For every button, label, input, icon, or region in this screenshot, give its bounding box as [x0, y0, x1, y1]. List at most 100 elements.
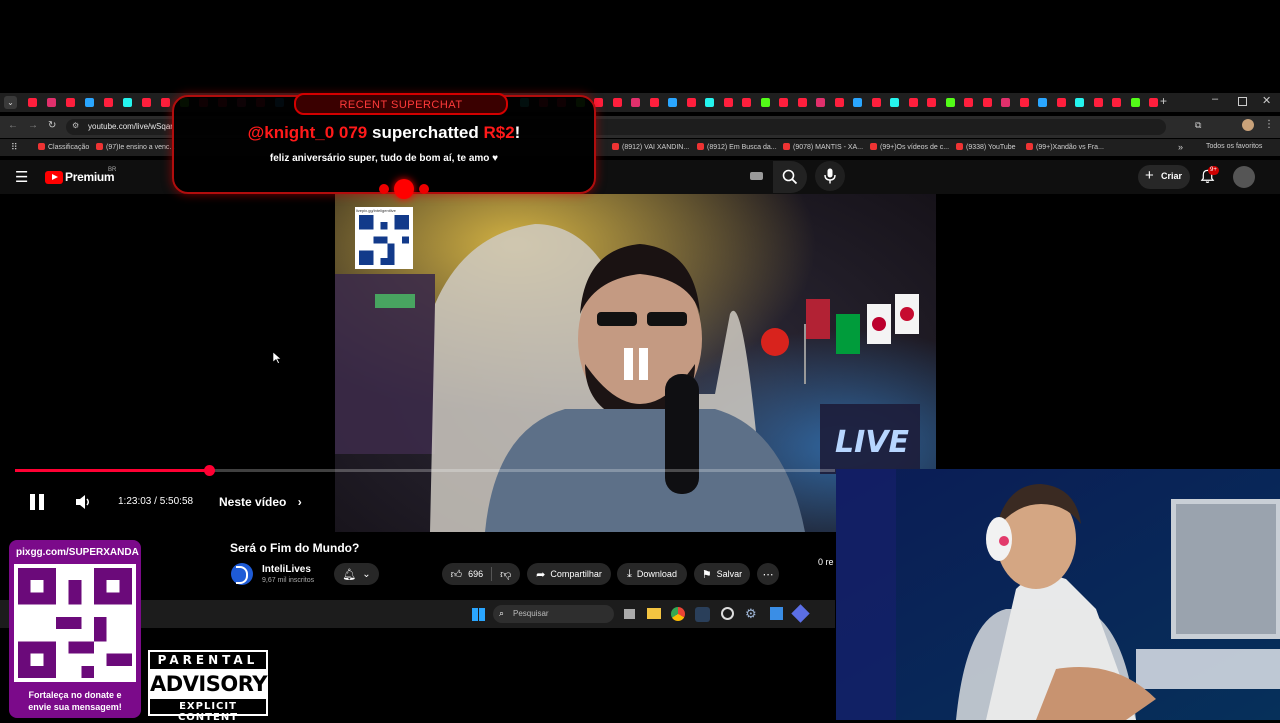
bookmark-item[interactable]: (97)Ie ensino a venc... [96, 143, 175, 151]
tab-favicon-icon[interactable] [1056, 98, 1066, 107]
superchat-message: feliz aniversário super, tudo de bom aí,… [269, 153, 499, 164]
maximize-button[interactable] [1238, 97, 1247, 106]
tab-favicon-icon[interactable] [853, 98, 862, 107]
play-pause-button[interactable] [30, 494, 44, 515]
tab-favicon-icon[interactable] [85, 98, 94, 107]
task-view-icon[interactable] [624, 609, 635, 619]
save-label: Salvar [716, 569, 743, 579]
volume-button[interactable] [76, 495, 92, 514]
reload-icon[interactable]: ↻ [48, 120, 56, 131]
tab-favicon-icon[interactable] [104, 98, 113, 107]
apps-icon[interactable]: ⠿ [11, 142, 18, 153]
hamburger-menu-icon[interactable]: ☰ [15, 168, 28, 186]
tab-favicon-icon[interactable] [797, 98, 807, 107]
bookmark-item[interactable]: (8912) Em Busca da... [697, 143, 777, 151]
superchat-banner: RECENT SUPERCHAT [294, 93, 508, 115]
scrubber-handle[interactable] [203, 465, 215, 476]
tab-favicon-icon[interactable] [1038, 98, 1047, 107]
tab-favicon-icon[interactable] [964, 98, 973, 107]
tab-favicon-icon[interactable] [66, 98, 75, 107]
windows-start-icon[interactable] [472, 608, 485, 621]
bookmark-item[interactable]: (9078) MANTIS - XA... [783, 143, 863, 151]
tab-favicon-icon[interactable] [760, 98, 770, 107]
bookmark-item[interactable]: (99+)Xandão vs Fra... [1026, 143, 1104, 151]
tab-favicon-icon[interactable] [908, 98, 918, 107]
notifications-button[interactable]: 9+ [1198, 166, 1220, 188]
tab-favicon-icon[interactable] [631, 98, 640, 107]
tab-favicon-icon[interactable] [1130, 98, 1140, 107]
minimize-button[interactable]: – [1212, 93, 1218, 105]
browser-menu-icon[interactable]: ⋮ [1264, 119, 1274, 130]
tab-favicon-icon[interactable] [927, 98, 936, 107]
site-info-icon[interactable]: ⚙ [72, 121, 79, 130]
channel-name[interactable]: InteliLives [262, 564, 311, 575]
bookmark-item[interactable]: Classificação [38, 143, 89, 151]
svg-text:LIVE: LIVE [835, 425, 909, 460]
tab-favicon-icon[interactable] [723, 98, 733, 107]
tab-favicon-icon[interactable] [871, 98, 881, 107]
tab-favicon-icon[interactable] [28, 98, 37, 107]
tab-search-chevron-icon[interactable]: ⌄ [4, 96, 17, 109]
forward-icon[interactable]: → [28, 120, 38, 131]
tab-favicon-icon[interactable] [47, 98, 56, 107]
tab-favicon-icon[interactable] [1149, 98, 1158, 107]
channel-avatar[interactable] [231, 563, 253, 585]
tab-favicon-icon[interactable] [705, 98, 714, 107]
download-button[interactable]: ⤓ Download [617, 563, 687, 585]
share-button[interactable]: ➦ Compartilhar [527, 563, 611, 585]
tab-favicon-icon[interactable] [668, 98, 677, 107]
tab-favicon-icon[interactable] [161, 98, 170, 107]
settings-icon[interactable]: ⚙ [745, 606, 757, 622]
file-explorer-icon[interactable] [647, 608, 661, 619]
account-avatar[interactable] [1233, 166, 1255, 188]
tab-favicon-icon[interactable] [1093, 98, 1103, 107]
donation-caption-line2: envie sua mensagem! [28, 702, 122, 712]
bookmark-item[interactable]: (9338) YouTube [956, 143, 1016, 151]
tab-favicon-icon[interactable] [742, 98, 751, 107]
chrome-icon[interactable] [671, 607, 685, 621]
tab-favicon-icon[interactable] [1112, 98, 1121, 107]
center-pause-button[interactable] [622, 348, 650, 380]
taskbar-search[interactable]: ⌕ Pesquisar [493, 605, 614, 623]
tab-favicon-icon[interactable] [945, 98, 955, 107]
close-window-button[interactable]: ✕ [1262, 94, 1271, 107]
chapters-button[interactable]: Neste vídeo › [219, 495, 302, 509]
tab-favicon-icon[interactable] [1001, 98, 1010, 107]
parental-line2: ADVISORY [150, 672, 267, 696]
tab-favicon-icon[interactable] [816, 98, 825, 107]
app-icon[interactable] [770, 607, 783, 620]
more-actions-button[interactable]: ⋯ [757, 563, 779, 585]
tab-favicon-icon[interactable] [982, 98, 992, 107]
save-button[interactable]: ⚑ Salvar [694, 563, 750, 585]
tab-favicon-icon[interactable] [1075, 98, 1084, 107]
tab-favicon-icon[interactable] [123, 98, 132, 107]
like-button[interactable]: 👍︎ 696 [451, 568, 484, 581]
progress-bar[interactable] [15, 465, 835, 476]
voice-search-button[interactable] [815, 161, 845, 191]
create-button[interactable]: + Criar [1138, 165, 1190, 189]
new-tab-button[interactable]: + [1160, 94, 1167, 108]
tab-favicon-icon[interactable] [890, 98, 899, 107]
bookmark-item[interactable]: (8912) VAI XANDIN... [612, 143, 689, 151]
tab-favicon-icon[interactable] [142, 98, 151, 107]
profile-avatar[interactable] [1242, 119, 1254, 131]
tab-favicon-icon[interactable] [834, 98, 844, 107]
app-icon[interactable] [791, 604, 810, 623]
more-bookmarks-icon[interactable]: » [1178, 142, 1183, 152]
bookmark-item[interactable]: (99+)Os vídeos de c... [870, 143, 949, 151]
tab-favicon-icon[interactable] [612, 98, 622, 107]
back-icon[interactable]: ← [8, 120, 18, 131]
app-icon[interactable] [721, 607, 734, 620]
search-button[interactable] [773, 161, 807, 193]
tab-favicon-icon[interactable] [1019, 98, 1029, 107]
all-bookmarks-link[interactable]: Todos os favoritos [1206, 143, 1262, 150]
tab-favicon-icon[interactable] [649, 98, 659, 107]
tab-favicon-icon[interactable] [686, 98, 696, 107]
subscribe-notify-button[interactable]: 🔔︎ ⌄ [334, 563, 379, 585]
extensions-icon[interactable]: ⧉ [1195, 120, 1201, 131]
like-count: 696 [468, 569, 484, 579]
keyboard-icon[interactable] [750, 172, 763, 180]
tab-favicon-icon[interactable] [779, 98, 788, 107]
steam-icon[interactable] [695, 607, 710, 622]
dislike-button[interactable]: 👎︎ [500, 568, 511, 581]
